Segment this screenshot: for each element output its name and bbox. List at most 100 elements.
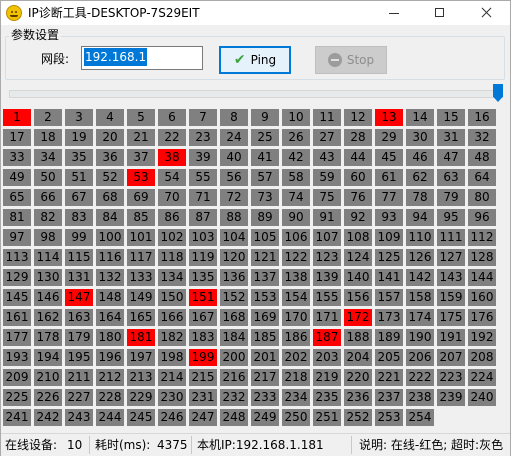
ip-cell-timeout[interactable]: 79: [437, 189, 465, 206]
ip-cell-timeout[interactable]: 71: [189, 189, 217, 206]
ip-cell-timeout[interactable]: 213: [127, 369, 155, 386]
ip-cell-timeout[interactable]: 40: [220, 149, 248, 166]
ip-cell-timeout[interactable]: 144: [468, 269, 496, 286]
ip-cell-timeout[interactable]: 6: [158, 109, 186, 126]
ip-cell-timeout[interactable]: 192: [468, 329, 496, 346]
ip-cell-timeout[interactable]: 254: [406, 409, 434, 426]
ip-cell-timeout[interactable]: 209: [3, 369, 31, 386]
ip-cell-timeout[interactable]: 15: [437, 109, 465, 126]
ip-cell-timeout[interactable]: 107: [313, 229, 341, 246]
ip-cell-timeout[interactable]: 140: [344, 269, 372, 286]
ip-cell-timeout[interactable]: 30: [406, 129, 434, 146]
ip-cell-timeout[interactable]: 245: [127, 409, 155, 426]
ip-cell-timeout[interactable]: 121: [251, 249, 279, 266]
ip-cell-timeout[interactable]: 211: [65, 369, 93, 386]
ip-cell-timeout[interactable]: 8: [220, 109, 248, 126]
ip-cell-timeout[interactable]: 25: [251, 129, 279, 146]
ip-cell-timeout[interactable]: 41: [251, 149, 279, 166]
ip-cell-timeout[interactable]: 57: [251, 169, 279, 186]
ip-cell-timeout[interactable]: 94: [406, 209, 434, 226]
ip-cell-timeout[interactable]: 83: [65, 209, 93, 226]
ip-cell-timeout[interactable]: 203: [313, 349, 341, 366]
ip-cell-timeout[interactable]: 142: [406, 269, 434, 286]
ip-cell-timeout[interactable]: 56: [220, 169, 248, 186]
ip-cell-timeout[interactable]: 207: [437, 349, 465, 366]
ip-cell-timeout[interactable]: 134: [158, 269, 186, 286]
ip-cell-timeout[interactable]: 149: [127, 289, 155, 306]
ping-button[interactable]: ✔ Ping: [219, 46, 291, 74]
ip-cell-timeout[interactable]: 233: [251, 389, 279, 406]
ip-cell-timeout[interactable]: 113: [3, 249, 31, 266]
ip-cell-timeout[interactable]: 239: [437, 389, 465, 406]
ip-cell-timeout[interactable]: 216: [220, 369, 248, 386]
ip-cell-timeout[interactable]: 92: [344, 209, 372, 226]
ip-cell-timeout[interactable]: 224: [468, 369, 496, 386]
ip-cell-timeout[interactable]: 32: [468, 129, 496, 146]
ip-cell-timeout[interactable]: 51: [65, 169, 93, 186]
ip-cell-timeout[interactable]: 112: [468, 229, 496, 246]
ip-cell-timeout[interactable]: 43: [313, 149, 341, 166]
ip-cell-timeout[interactable]: 159: [437, 289, 465, 306]
ip-cell-timeout[interactable]: 215: [189, 369, 217, 386]
ip-cell-timeout[interactable]: 44: [344, 149, 372, 166]
ip-cell-timeout[interactable]: 14: [406, 109, 434, 126]
ip-cell-timeout[interactable]: 179: [65, 329, 93, 346]
ip-cell-timeout[interactable]: 18: [34, 129, 62, 146]
ip-cell-timeout[interactable]: 99: [65, 229, 93, 246]
ip-cell-timeout[interactable]: 238: [406, 389, 434, 406]
ip-cell-timeout[interactable]: 190: [406, 329, 434, 346]
ip-cell-timeout[interactable]: 232: [220, 389, 248, 406]
ip-cell-timeout[interactable]: 177: [3, 329, 31, 346]
ip-cell-timeout[interactable]: 81: [3, 209, 31, 226]
ip-cell-timeout[interactable]: 174: [406, 309, 434, 326]
ip-cell-timeout[interactable]: 145: [3, 289, 31, 306]
ip-cell-timeout[interactable]: 119: [189, 249, 217, 266]
ip-cell-timeout[interactable]: 88: [220, 209, 248, 226]
ip-cell-timeout[interactable]: 120: [220, 249, 248, 266]
ip-cell-timeout[interactable]: 60: [344, 169, 372, 186]
ip-cell-timeout[interactable]: 33: [3, 149, 31, 166]
ip-cell-timeout[interactable]: 68: [96, 189, 124, 206]
ip-cell-timeout[interactable]: 180: [96, 329, 124, 346]
ip-cell-online[interactable]: 151: [189, 289, 217, 306]
ip-cell-timeout[interactable]: 198: [158, 349, 186, 366]
ip-cell-timeout[interactable]: 195: [65, 349, 93, 366]
ip-cell-timeout[interactable]: 77: [375, 189, 403, 206]
ip-cell-timeout[interactable]: 114: [34, 249, 62, 266]
stop-button[interactable]: Stop: [315, 46, 387, 74]
ip-cell-timeout[interactable]: 69: [127, 189, 155, 206]
ip-cell-timeout[interactable]: 62: [406, 169, 434, 186]
ip-cell-timeout[interactable]: 138: [282, 269, 310, 286]
ip-cell-timeout[interactable]: 125: [375, 249, 403, 266]
ip-cell-timeout[interactable]: 65: [3, 189, 31, 206]
ip-cell-timeout[interactable]: 100: [96, 229, 124, 246]
ip-cell-timeout[interactable]: 82: [34, 209, 62, 226]
ip-cell-timeout[interactable]: 29: [375, 129, 403, 146]
ip-cell-timeout[interactable]: 193: [3, 349, 31, 366]
ip-cell-timeout[interactable]: 66: [34, 189, 62, 206]
ip-cell-timeout[interactable]: 90: [282, 209, 310, 226]
ip-cell-timeout[interactable]: 11: [313, 109, 341, 126]
ip-cell-timeout[interactable]: 153: [251, 289, 279, 306]
ip-cell-timeout[interactable]: 116: [96, 249, 124, 266]
ip-cell-timeout[interactable]: 170: [282, 309, 310, 326]
ip-cell-timeout[interactable]: 154: [282, 289, 310, 306]
ip-cell-timeout[interactable]: 96: [468, 209, 496, 226]
ip-cell-timeout[interactable]: 98: [34, 229, 62, 246]
ip-cell-timeout[interactable]: 220: [344, 369, 372, 386]
ip-cell-timeout[interactable]: 217: [251, 369, 279, 386]
ip-cell-timeout[interactable]: 9: [251, 109, 279, 126]
ip-cell-timeout[interactable]: 61: [375, 169, 403, 186]
ip-cell-timeout[interactable]: 108: [344, 229, 372, 246]
ip-cell-timeout[interactable]: 37: [127, 149, 155, 166]
ip-cell-timeout[interactable]: 225: [3, 389, 31, 406]
ip-cell-online[interactable]: 181: [127, 329, 155, 346]
ip-cell-timeout[interactable]: 137: [251, 269, 279, 286]
ip-cell-timeout[interactable]: 87: [189, 209, 217, 226]
ip-cell-timeout[interactable]: 173: [375, 309, 403, 326]
ip-cell-timeout[interactable]: 47: [437, 149, 465, 166]
ip-cell-timeout[interactable]: 101: [127, 229, 155, 246]
ip-cell-online[interactable]: 187: [313, 329, 341, 346]
ip-cell-timeout[interactable]: 141: [375, 269, 403, 286]
ip-cell-timeout[interactable]: 75: [313, 189, 341, 206]
